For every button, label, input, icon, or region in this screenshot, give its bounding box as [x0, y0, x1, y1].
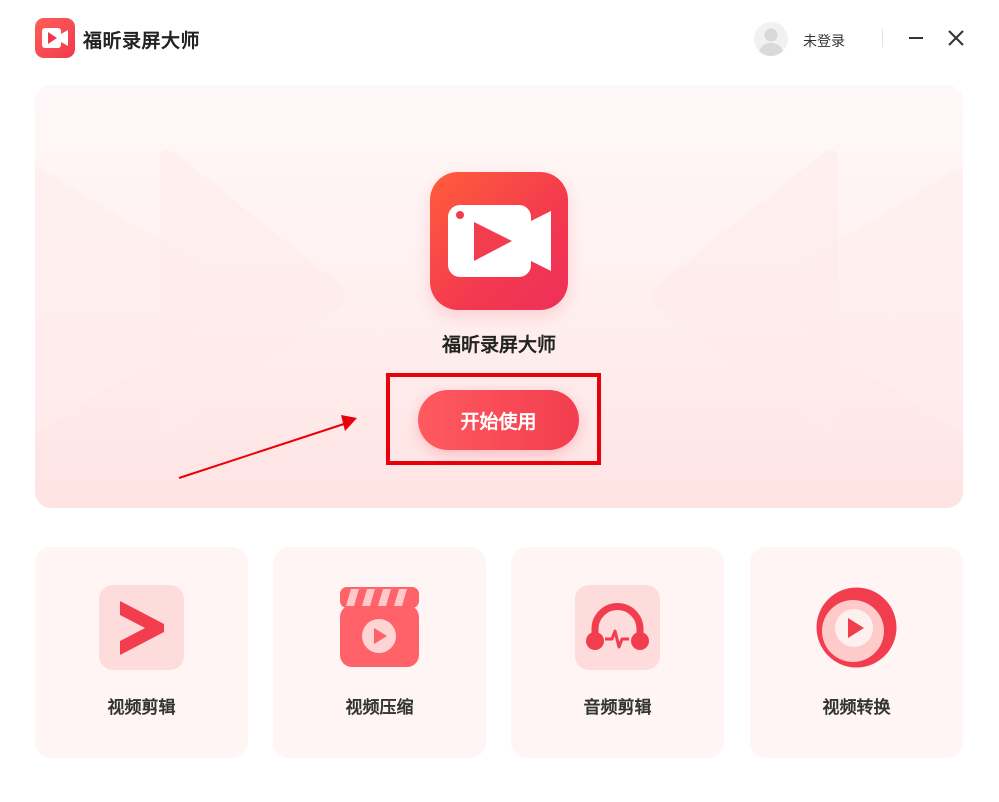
hero-banner: 福昕录屏大师 开始使用 — [35, 85, 963, 508]
header-divider — [882, 29, 883, 47]
minimize-icon — [909, 37, 923, 39]
avatar[interactable] — [754, 22, 788, 56]
login-status[interactable]: 未登录 — [803, 31, 845, 51]
tool-card-audio-edit[interactable]: 音频剪辑 — [511, 547, 724, 758]
tool-label: 视频压缩 — [345, 698, 414, 718]
close-icon — [948, 30, 964, 46]
audio-edit-icon — [575, 585, 660, 670]
close-button[interactable] — [946, 28, 966, 48]
app-title: 福昕录屏大师 — [83, 30, 201, 52]
tool-label: 视频剪辑 — [107, 698, 176, 718]
annotation-arrow-icon — [178, 415, 357, 479]
title-bar: 福昕录屏大师 未登录 — [0, 0, 999, 78]
tool-card-video-convert[interactable]: 视频转换 — [750, 547, 963, 758]
minimize-button[interactable] — [906, 28, 926, 48]
tool-card-video-edit[interactable]: 视频剪辑 — [35, 547, 248, 758]
video-compress-icon — [337, 585, 422, 670]
tool-card-video-compress[interactable]: 视频压缩 — [273, 547, 486, 758]
tool-label: 视频转换 — [822, 698, 891, 718]
user-icon — [758, 28, 784, 56]
video-edit-icon — [99, 585, 184, 670]
app-logo-icon — [35, 18, 75, 58]
video-convert-icon — [814, 585, 899, 670]
tool-label: 音频剪辑 — [583, 698, 652, 718]
